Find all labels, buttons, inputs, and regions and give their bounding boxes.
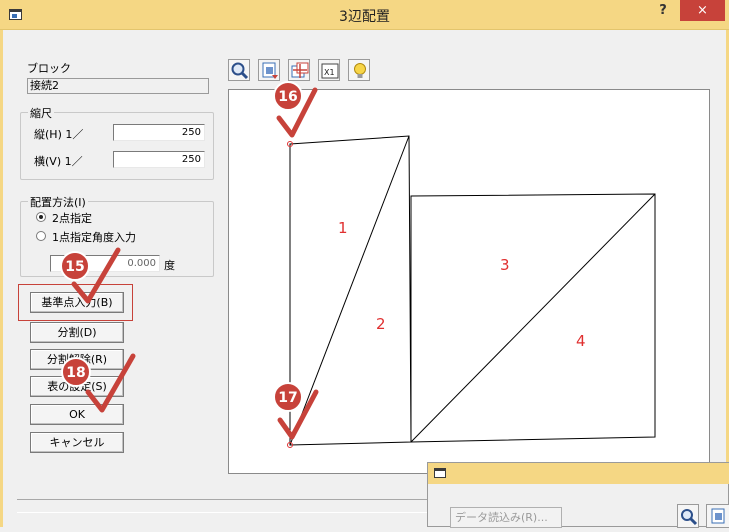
base-point-button[interactable]: 基準点入力(B) (30, 292, 124, 313)
drawing-canvas[interactable]: 1 2 3 4 (228, 89, 710, 474)
scale-group-title: 縮尺 (28, 105, 54, 121)
region-label-3: 3 (500, 256, 510, 274)
subwindow-icon (434, 468, 446, 478)
cancel-button[interactable]: キャンセル (30, 432, 124, 453)
ok-button[interactable]: OK (30, 404, 124, 425)
zoom-icon[interactable] (228, 59, 250, 81)
svg-text:X1: X1 (324, 68, 335, 77)
subwindow-zoom-all-icon[interactable] (706, 504, 729, 528)
table-settings-button[interactable]: 表の設定(S) (30, 376, 124, 397)
close-button[interactable]: × (680, 0, 725, 21)
radio-1point-angle[interactable] (36, 231, 46, 241)
data-read-button[interactable]: データ読込み(R)... (450, 507, 562, 528)
title-bar: 3辺配置 ? × (0, 0, 729, 30)
data-read-subwindow: データ読込み(R)... (427, 462, 729, 528)
placement-group-title: 配置方法(I) (28, 194, 88, 210)
angle-input[interactable]: 0.000 (50, 255, 160, 272)
subwindow-zoom-icon[interactable] (677, 504, 699, 528)
scale-vertical-input[interactable]: 250 (113, 124, 205, 141)
window-title: 3辺配置 (339, 9, 390, 25)
split-button[interactable]: 分割(D) (30, 322, 124, 343)
block-label: ブロック (27, 62, 71, 75)
radio-2point-label: 2点指定 (52, 212, 92, 225)
scale-vertical-label: 縦(H) 1／ (34, 128, 84, 141)
scale-horizontal-label: 横(V) 1／ (34, 155, 83, 168)
split-release-button[interactable]: 分割解除(R) (30, 349, 124, 370)
region-label-2: 2 (376, 315, 386, 333)
radio-1point-angle-label: 1点指定角度入力 (52, 231, 136, 244)
center-icon[interactable] (288, 59, 310, 81)
zoom-fit-icon[interactable]: X1 (318, 59, 340, 81)
scale-horizontal-input[interactable]: 250 (113, 151, 205, 168)
radio-2point[interactable] (36, 212, 46, 222)
scale-group (20, 112, 214, 180)
region-label-1: 1 (338, 219, 348, 237)
status-separator (17, 499, 427, 513)
zoom-all-icon[interactable] (258, 59, 280, 81)
hint-bulb-icon[interactable] (348, 59, 370, 81)
block-name-field: 接続2 (27, 78, 209, 94)
angle-unit: 度 (164, 259, 175, 272)
subwindow-title-bar (428, 463, 729, 484)
region-label-4: 4 (576, 332, 586, 350)
help-button[interactable]: ? (654, 3, 672, 23)
block-outline (289, 135, 656, 446)
